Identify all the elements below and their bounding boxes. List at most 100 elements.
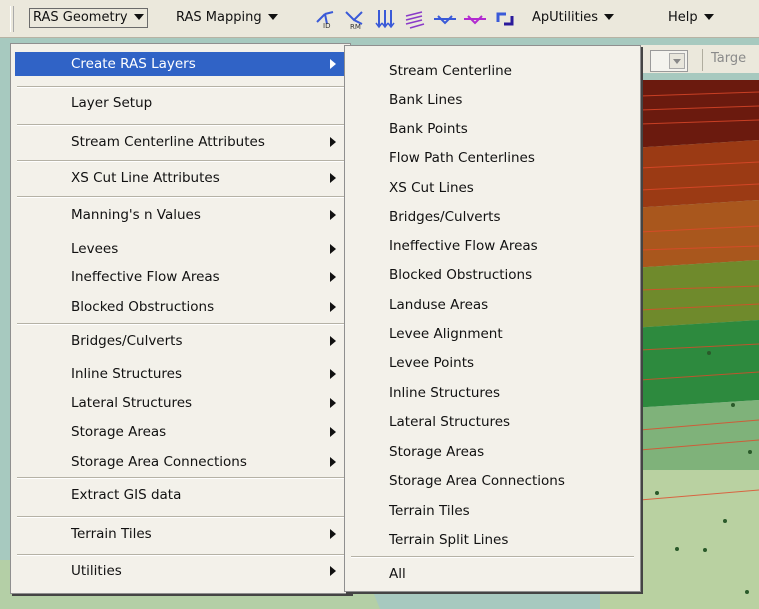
submenu-item-stream-centerline[interactable]: Stream Centerline (349, 59, 636, 83)
menu-item-label: Terrain Tiles (389, 503, 470, 519)
menu-item-label: Manning's n Values (71, 207, 201, 223)
menu-item-inline-structures[interactable]: Inline Structures (15, 362, 346, 386)
menu-item-label: Terrain Tiles (71, 526, 152, 542)
chevron-right-icon (330, 59, 336, 69)
svg-text:RM: RM (350, 23, 361, 30)
spring-icon[interactable] (402, 8, 428, 30)
menu-item-label: Storage Area Connections (389, 473, 565, 489)
cross-section-icon[interactable] (432, 8, 458, 30)
submenu-item-all[interactable]: All (349, 562, 636, 586)
menu-separator (17, 477, 344, 479)
ras-geometry-menu[interactable]: RAS Geometry (29, 8, 148, 28)
chevron-down-icon (267, 13, 278, 20)
menu-item-utilities[interactable]: Utilities (15, 559, 346, 583)
menu-item-label: Blocked Obstructions (389, 267, 533, 283)
menu-item-bridges-culverts[interactable]: Bridges/Culverts (15, 329, 346, 353)
menu-item-storage-areas[interactable]: Storage Areas (15, 420, 346, 444)
chevron-right-icon (330, 302, 336, 312)
menu-item-mannings-n-values[interactable]: Manning's n Values (15, 203, 346, 227)
submenu-item-bridges-culverts[interactable]: Bridges/Culverts (349, 205, 636, 229)
menu-item-label: Landuse Areas (389, 297, 489, 313)
menu-item-extract-gis-data[interactable]: Extract GIS data (15, 483, 346, 507)
chevron-right-icon (330, 336, 336, 346)
menu-item-label: Extract GIS data (71, 487, 182, 503)
menu-item-label: Bridges/Culverts (71, 333, 183, 349)
menu-separator (17, 323, 344, 325)
menu-item-label: Storage Areas (389, 444, 485, 460)
menu-item-ineffective-flow-areas[interactable]: Ineffective Flow Areas (15, 265, 346, 289)
chevron-right-icon (330, 566, 336, 576)
menu-item-label: Terrain Split Lines (389, 532, 509, 548)
menu-separator (17, 86, 344, 88)
menu-item-label: Levees (71, 241, 119, 257)
menu-item-blocked-obstructions[interactable]: Blocked Obstructions (15, 295, 346, 319)
rm-tool-icon[interactable]: RM (342, 8, 368, 30)
submenu-item-ineffective-flow-areas[interactable]: Ineffective Flow Areas (349, 234, 636, 258)
submenu-item-inline-structures[interactable]: Inline Structures (349, 381, 636, 405)
id-tool-icon[interactable]: ID (313, 8, 339, 30)
submenu-item-flow-path-centerlines[interactable]: Flow Path Centerlines (349, 146, 636, 170)
menu-separator (17, 124, 344, 126)
submenu-item-levee-alignment[interactable]: Levee Alignment (349, 322, 636, 346)
submenu-item-levee-points[interactable]: Levee Points (349, 351, 636, 375)
submenu-item-storage-area-connections[interactable]: Storage Area Connections (349, 469, 636, 493)
help-label: Help (668, 10, 698, 25)
menu-item-xs-cut-line-attributes[interactable]: XS Cut Line Attributes (15, 166, 346, 190)
menu-item-levees[interactable]: Levees (15, 237, 346, 261)
menu-separator (17, 554, 344, 556)
menu-item-label: Stream Centerline Attributes (71, 134, 265, 150)
chevron-down-icon (604, 13, 615, 20)
submenu-item-landuse-areas[interactable]: Landuse Areas (349, 293, 636, 317)
swap-arrows-icon[interactable] (492, 8, 518, 30)
toolbar-grip[interactable] (10, 6, 14, 32)
toolbar-divider (702, 49, 703, 71)
toolbar: RAS Geometry RAS Mapping ID RM ApUtiliti… (0, 0, 759, 38)
aputilities-label: ApUtilities (532, 10, 599, 25)
ras-geometry-label: RAS Geometry (33, 10, 128, 25)
chevron-right-icon (330, 369, 336, 379)
chevron-right-icon (330, 210, 336, 220)
menu-item-create-ras-layers[interactable]: Create RAS Layers (15, 52, 346, 76)
submenu-item-lateral-structures[interactable]: Lateral Structures (349, 410, 636, 434)
chevron-right-icon (330, 272, 336, 282)
submenu-item-bank-points[interactable]: Bank Points (349, 117, 636, 141)
app-window: RAS Geometry RAS Mapping ID RM ApUtiliti… (0, 0, 759, 609)
layer-combo[interactable] (650, 50, 688, 72)
help-menu[interactable]: Help (668, 9, 714, 27)
chevron-down-icon[interactable] (669, 53, 685, 69)
menu-item-label: Bank Points (389, 121, 468, 137)
chevron-right-icon (330, 173, 336, 183)
cross-section-2-icon[interactable] (462, 8, 488, 30)
submenu-item-terrain-tiles[interactable]: Terrain Tiles (349, 499, 636, 523)
menu-item-label: Ineffective Flow Areas (389, 238, 538, 254)
menu-item-layer-setup[interactable]: Layer Setup (15, 91, 346, 115)
menu-item-label: Inline Structures (389, 385, 501, 401)
submenu-item-xs-cut-lines[interactable]: XS Cut Lines (349, 176, 636, 200)
menu-separator (351, 556, 634, 558)
menu-item-label: Inline Structures (71, 366, 183, 382)
create-ras-layers-submenu: Stream Centerline Bank Lines Bank Points… (344, 45, 641, 592)
menu-item-stream-centerline-attributes[interactable]: Stream Centerline Attributes (15, 130, 346, 154)
menu-item-label: Storage Areas (71, 424, 167, 440)
menu-item-label: Levee Alignment (389, 326, 503, 342)
submenu-item-storage-areas[interactable]: Storage Areas (349, 440, 636, 464)
ras-mapping-menu[interactable]: RAS Mapping (176, 9, 278, 27)
menu-item-lateral-structures[interactable]: Lateral Structures (15, 391, 346, 415)
menu-item-label: Flow Path Centerlines (389, 150, 535, 166)
submenu-item-terrain-split-lines[interactable]: Terrain Split Lines (349, 528, 636, 552)
menu-item-terrain-tiles[interactable]: Terrain Tiles (15, 522, 346, 546)
chevron-right-icon (330, 427, 336, 437)
menu-item-label: Utilities (71, 563, 122, 579)
submenu-item-bank-lines[interactable]: Bank Lines (349, 88, 636, 112)
submenu-item-blocked-obstructions[interactable]: Blocked Obstructions (349, 263, 636, 287)
menu-separator (17, 196, 344, 198)
menu-item-label: XS Cut Lines (389, 180, 474, 196)
menu-item-label: Create RAS Layers (71, 56, 196, 72)
menu-item-label: Storage Area Connections (71, 454, 247, 470)
aputilities-menu[interactable]: ApUtilities (532, 9, 615, 27)
menu-item-label: Ineffective Flow Areas (71, 269, 220, 285)
flow-arrows-icon[interactable] (372, 8, 398, 30)
chevron-right-icon (330, 244, 336, 254)
menu-item-storage-area-connections[interactable]: Storage Area Connections (15, 450, 346, 474)
menu-item-label: Lateral Structures (389, 414, 511, 430)
